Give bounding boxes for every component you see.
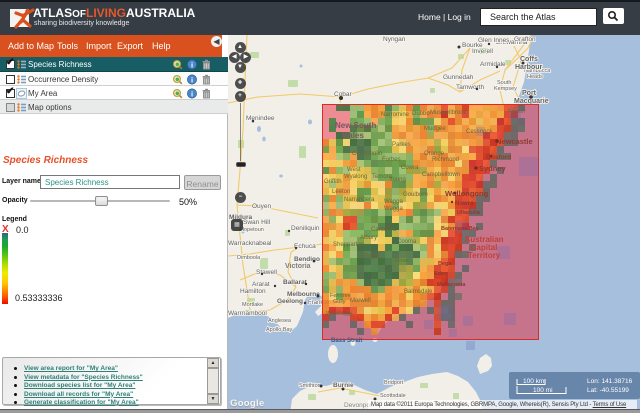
- svg-text:Goulburn: Goulburn: [403, 192, 428, 198]
- svg-text:Forbes: Forbes: [382, 157, 401, 163]
- svg-text:i: i: [191, 75, 193, 84]
- svg-text:West: West: [347, 167, 361, 173]
- svg-text:Ulladulla: Ulladulla: [457, 210, 481, 216]
- svg-text:Temora: Temora: [372, 174, 393, 180]
- svg-text:Wagga: Wagga: [384, 206, 403, 212]
- svg-text:Wollongong: Wollongong: [445, 189, 489, 198]
- svg-text:Newcastle: Newcastle: [496, 137, 533, 146]
- svg-text:Wyalong: Wyalong: [344, 174, 367, 180]
- svg-text:Cowra: Cowra: [401, 165, 419, 171]
- svg-text:Sydney: Sydney: [479, 164, 507, 173]
- svg-text:Territory: Territory: [468, 251, 501, 260]
- svg-text:Batemans Bay: Batemans Bay: [441, 226, 480, 232]
- svg-text:Dubbo: Dubbo: [412, 111, 430, 117]
- svg-text:Parkes: Parkes: [392, 142, 411, 148]
- svg-text:Eden: Eden: [434, 271, 448, 277]
- svg-text:Wonthaggi: Wonthaggi: [326, 311, 352, 317]
- svg-text:Gosford: Gosford: [486, 154, 511, 161]
- svg-text:Campbelltown: Campbelltown: [422, 172, 460, 178]
- svg-text:Condobolin: Condobolin: [352, 151, 382, 157]
- svg-text:Muswellbrook: Muswellbrook: [430, 110, 468, 116]
- svg-text:Nowra: Nowra: [455, 201, 474, 207]
- svg-text:Albury: Albury: [360, 235, 377, 241]
- svg-text:Griffith: Griffith: [324, 179, 342, 185]
- svg-text:Mudgee: Mudgee: [424, 126, 446, 132]
- svg-text:Shepparton: Shepparton: [333, 242, 364, 248]
- svg-text:Omeo: Omeo: [395, 258, 410, 264]
- svg-text:Bega: Bega: [438, 261, 452, 267]
- svg-text:i: i: [191, 60, 193, 69]
- svg-text:Lon: 141.38716: Lon: 141.38716: [587, 378, 633, 385]
- svg-text:New South: New South: [335, 121, 376, 130]
- svg-text:Canberra: Canberra: [371, 227, 397, 233]
- svg-text:Morwell: Morwell: [350, 298, 371, 304]
- svg-text:i: i: [191, 89, 193, 98]
- svg-text:Wales: Wales: [341, 131, 364, 140]
- svg-text:100 mi: 100 mi: [533, 387, 553, 394]
- svg-text:Forster: Forster: [508, 109, 526, 115]
- svg-text:Cooma: Cooma: [397, 239, 417, 245]
- svg-text:Bairnsdale: Bairnsdale: [404, 289, 433, 295]
- svg-text:Leeton: Leeton: [332, 189, 350, 195]
- svg-text:Bright: Bright: [364, 254, 380, 260]
- svg-text:Richmond: Richmond: [432, 157, 459, 163]
- svg-text:Wagga: Wagga: [384, 199, 403, 205]
- svg-text:Bass Strait: Bass Strait: [331, 338, 362, 344]
- svg-text:Mallacoota: Mallacoota: [437, 282, 466, 288]
- svg-text:100 km: 100 km: [523, 378, 544, 385]
- svg-text:Gully: Gully: [333, 299, 346, 305]
- svg-text:Narromine: Narromine: [381, 112, 410, 118]
- svg-text:Narrandera: Narrandera: [344, 197, 375, 203]
- svg-text:Lat: -40.55199: Lat: -40.55199: [587, 387, 629, 394]
- svg-text:Cessnock: Cessnock: [466, 129, 493, 135]
